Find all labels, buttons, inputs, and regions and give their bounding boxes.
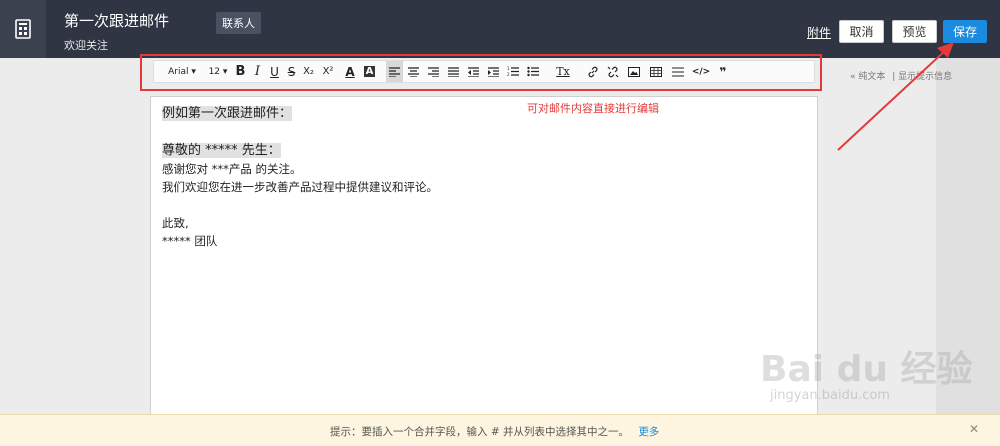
tip-text: 提示：要插入一个合并字段，输入 # 并从列表中选择其中之一。	[330, 426, 629, 438]
arrow-annotation	[837, 42, 954, 151]
tip-bar: 提示：要插入一个合并字段，输入 # 并从列表中选择其中之一。 更多 ✕	[0, 414, 1000, 446]
tip-more-link[interactable]: 更多	[638, 426, 659, 438]
close-icon[interactable]: ✕	[969, 422, 979, 436]
